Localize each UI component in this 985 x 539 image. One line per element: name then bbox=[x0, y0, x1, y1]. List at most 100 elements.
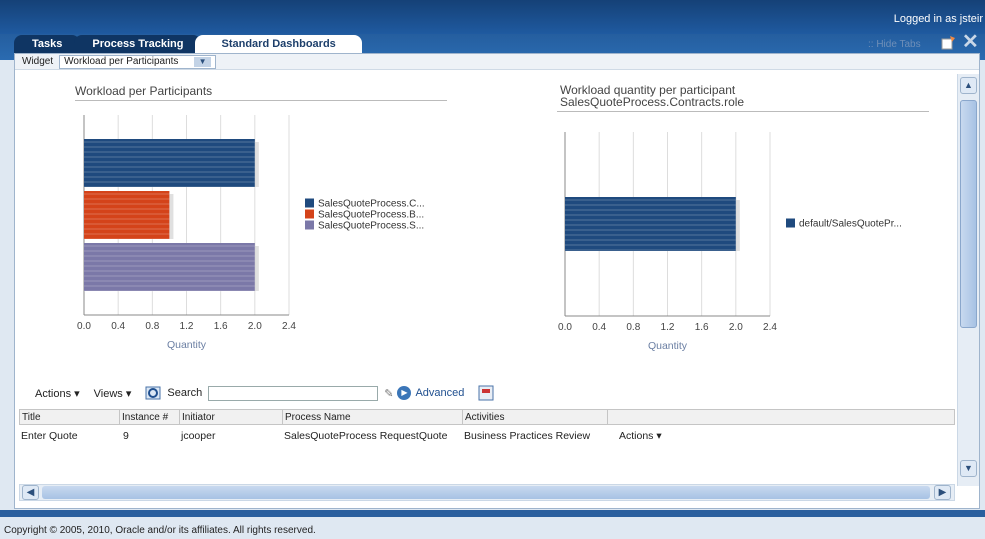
search-input[interactable] bbox=[208, 385, 379, 401]
x-axis-label: Quantity bbox=[167, 339, 207, 351]
bar-stripe bbox=[84, 156, 255, 158]
bar-stripe bbox=[84, 208, 170, 210]
bar-stripe bbox=[84, 238, 170, 240]
bar-stripe bbox=[84, 228, 170, 230]
legend-swatch bbox=[305, 220, 314, 230]
pencil-icon[interactable]: ✎ bbox=[384, 387, 393, 400]
cell-activities: Business Practices Review bbox=[464, 430, 591, 442]
left-chart-rule bbox=[75, 100, 447, 101]
x-tick-label: 2.0 bbox=[248, 321, 262, 332]
x-tick-label: 1.6 bbox=[695, 322, 709, 333]
cell-initiator: jcooper bbox=[181, 430, 216, 442]
bar-stripe bbox=[84, 218, 170, 220]
actions-menu[interactable]: Actions ▾ bbox=[35, 387, 80, 400]
views-menu[interactable]: Views ▾ bbox=[94, 387, 132, 400]
x-tick-label: 0.4 bbox=[592, 322, 606, 333]
column-process-name[interactable]: Process Name bbox=[283, 410, 463, 424]
legend-swatch bbox=[305, 209, 314, 219]
x-tick-label: 1.2 bbox=[180, 321, 194, 332]
refresh-icon[interactable] bbox=[145, 385, 161, 401]
table-row[interactable]: Enter Quote 9 jcooper SalesQuoteProcess … bbox=[19, 425, 955, 447]
bar-stripe bbox=[84, 270, 255, 272]
task-table: Title Instance # Initiator Process Name … bbox=[19, 409, 955, 447]
x-tick-label: 2.4 bbox=[282, 321, 296, 332]
bar-shadow bbox=[254, 246, 259, 291]
search-label: Search bbox=[167, 387, 203, 399]
bar-stripe bbox=[84, 166, 255, 168]
save-search-icon[interactable] bbox=[478, 385, 496, 401]
bar-stripe bbox=[84, 203, 170, 205]
bar-stripe bbox=[565, 214, 736, 216]
legend-swatch bbox=[786, 218, 795, 228]
bar-stripe bbox=[84, 260, 255, 262]
top-bar: Logged in as jsteir bbox=[0, 0, 985, 34]
bar-stripe bbox=[565, 224, 736, 226]
widget-label: Widget bbox=[22, 56, 54, 67]
close-icon[interactable]: ✕ bbox=[962, 32, 979, 52]
column-extra bbox=[608, 410, 954, 424]
vertical-scrollbar[interactable]: ▲ ▼ bbox=[957, 74, 979, 486]
cell-process-name: SalesQuoteProcess RequestQuote bbox=[284, 430, 448, 442]
widget-select-value: Workload per Participants bbox=[64, 56, 179, 67]
bar-stripe bbox=[84, 250, 255, 252]
bar-stripe bbox=[84, 233, 170, 235]
dashboard-panel: Widget Workload per Participants ▼ Workl… bbox=[14, 53, 980, 509]
widget-select[interactable]: Workload per Participants ▼ bbox=[59, 54, 217, 69]
bar-stripe bbox=[84, 280, 255, 282]
x-tick-label: 0.0 bbox=[558, 322, 572, 333]
tab-bar: Tasks Process Tracking Standard Dashboar… bbox=[14, 35, 362, 53]
bar-stripe bbox=[84, 171, 255, 173]
table-header: Title Instance # Initiator Process Name … bbox=[19, 409, 955, 425]
bar-shadow bbox=[735, 200, 740, 251]
scroll-thumb[interactable] bbox=[960, 100, 977, 328]
bar-stripe bbox=[84, 176, 255, 178]
column-initiator[interactable]: Initiator bbox=[180, 410, 283, 424]
hide-tabs-link[interactable]: :: Hide Tabs bbox=[868, 39, 921, 50]
legend-swatch bbox=[305, 198, 314, 208]
tab-standard-dashboards[interactable]: Standard Dashboards bbox=[195, 35, 362, 53]
left-chart-title: Workload per Participants bbox=[75, 84, 213, 98]
horizontal-scrollbar[interactable]: ◀ ▶ bbox=[19, 484, 955, 501]
copyright-text: Copyright © 2005, 2010, Oracle and/or it… bbox=[4, 525, 316, 536]
bar-stripe bbox=[84, 265, 255, 267]
legend-label: SalesQuoteProcess.B... bbox=[318, 210, 424, 221]
bar-stripe bbox=[84, 146, 255, 148]
scroll-down-icon[interactable]: ▼ bbox=[960, 460, 977, 477]
go-icon[interactable]: ▶ bbox=[397, 386, 412, 400]
x-tick-label: 0.8 bbox=[626, 322, 640, 333]
bar-stripe bbox=[84, 290, 255, 292]
bar-stripe bbox=[84, 213, 170, 215]
bar-stripe bbox=[565, 209, 736, 211]
column-instance[interactable]: Instance # bbox=[120, 410, 180, 424]
bar-stripe bbox=[565, 244, 736, 246]
advanced-link[interactable]: Advanced bbox=[415, 387, 464, 399]
bar-shadow bbox=[169, 194, 174, 239]
column-activities[interactable]: Activities bbox=[463, 410, 608, 424]
bar-stripe bbox=[84, 186, 255, 188]
tab-tasks[interactable]: Tasks bbox=[14, 35, 81, 53]
column-title[interactable]: Title bbox=[20, 410, 120, 424]
x-tick-label: 0.0 bbox=[77, 321, 91, 332]
table-toolbar: Actions ▾ Views ▾ Search ✎ ▶ Advanced bbox=[35, 382, 496, 404]
right-chart: 0.0 0.4 0.8 1.2 1.6 2.0 2.4 Quantity default/Sal… bbox=[558, 132, 902, 352]
hscroll-thumb[interactable] bbox=[42, 486, 930, 499]
bar-stripe bbox=[84, 245, 255, 247]
bar-stripe bbox=[84, 161, 255, 163]
x-axis-label: Quantity bbox=[648, 340, 688, 352]
scroll-up-icon[interactable]: ▲ bbox=[960, 77, 977, 94]
row-actions-menu[interactable]: Actions ▾ bbox=[607, 430, 727, 442]
bar-stripe bbox=[565, 199, 736, 201]
scroll-left-icon[interactable]: ◀ bbox=[22, 485, 39, 500]
tab-process-tracking[interactable]: Process Tracking bbox=[74, 35, 202, 53]
widget-bar: Widget Workload per Participants ▼ bbox=[15, 54, 979, 70]
chevron-down-icon[interactable]: ▼ bbox=[194, 56, 212, 67]
x-tick-label: 2.4 bbox=[763, 322, 777, 333]
x-tick-label: 1.2 bbox=[661, 322, 675, 333]
footer-band bbox=[0, 510, 985, 517]
bar-stripe bbox=[565, 229, 736, 231]
scroll-right-icon[interactable]: ▶ bbox=[934, 485, 951, 500]
legend-label: SalesQuoteProcess.S... bbox=[318, 221, 424, 232]
bar-stripe bbox=[565, 234, 736, 236]
cell-title: Enter Quote bbox=[21, 430, 78, 442]
new-window-icon[interactable] bbox=[941, 36, 955, 50]
